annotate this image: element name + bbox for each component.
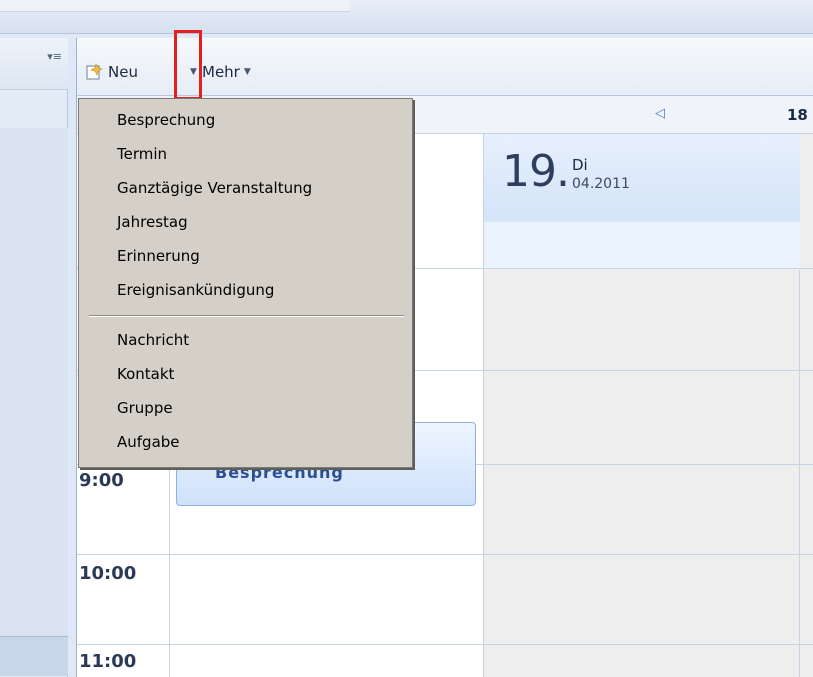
menu-item-besprechung[interactable]: Besprechung <box>117 111 215 129</box>
new-item-icon <box>86 63 103 80</box>
hour-divider <box>77 554 813 555</box>
menu-item-termin[interactable]: Termin <box>117 145 167 163</box>
menu-item-jahrestag[interactable]: Jahrestag <box>117 213 188 231</box>
day-header[interactable]: 19. Di 04.2011 <box>484 134 800 270</box>
more-button-label: Mehr <box>202 63 240 81</box>
triangle-left-icon[interactable]: ◁ <box>655 106 665 121</box>
menu-item-gruppe[interactable]: Gruppe <box>117 399 173 417</box>
time-label-9: 9:00 <box>79 470 124 491</box>
time-label-10: 10:00 <box>79 563 137 584</box>
toolbar: Neu ▼ Mehr ▼ <box>77 38 813 96</box>
menu-item-aufgabe[interactable]: Aufgabe <box>117 433 180 451</box>
hour-divider <box>77 644 813 645</box>
menu-item-nachricht[interactable]: Nachricht <box>117 331 189 349</box>
day-weekday: Di <box>572 156 588 174</box>
navigation-pane: ▾≡ <box>0 38 68 677</box>
navigation-pane-header: ▾≡ <box>0 38 68 90</box>
menu-separator <box>89 315 404 317</box>
chevron-down-icon: ▼ <box>243 67 251 77</box>
day-column-3[interactable] <box>800 134 813 677</box>
day-number: 19. <box>502 146 570 197</box>
new-item-menu: Besprechung Termin Ganztägige Veranstalt… <box>78 98 413 468</box>
next-day-partial: 18 <box>787 106 808 124</box>
menu-item-kontakt[interactable]: Kontakt <box>117 365 174 383</box>
collapse-menu-icon[interactable]: ▾≡ <box>47 50 62 63</box>
app-window: ▾≡ Neu ▼ Mehr ▼ ◁ 18 19. Di 04.2011 9:00… <box>0 0 813 677</box>
top-tab-blur <box>0 0 350 12</box>
new-button-label: Neu <box>108 63 138 81</box>
top-strip <box>0 0 813 34</box>
menu-item-ereignisankuendigung[interactable]: Ereignisankündigung <box>117 281 274 299</box>
menu-item-ganztaegige-veranstaltung[interactable]: Ganztägige Veranstaltung <box>117 179 312 197</box>
time-label-11: 11:00 <box>79 651 137 672</box>
chevron-down-icon: ▼ <box>190 67 197 77</box>
day-month-year: 04.2011 <box>572 176 630 192</box>
new-button[interactable]: Neu <box>85 60 138 84</box>
menu-item-erinnerung[interactable]: Erinnerung <box>117 247 200 265</box>
more-button[interactable]: Mehr ▼ <box>202 60 251 84</box>
navigation-pane-content <box>0 128 68 668</box>
navigation-pane-footer <box>0 636 68 676</box>
all-day-area[interactable] <box>484 222 800 270</box>
new-dropdown-button[interactable]: ▼ <box>186 60 197 84</box>
